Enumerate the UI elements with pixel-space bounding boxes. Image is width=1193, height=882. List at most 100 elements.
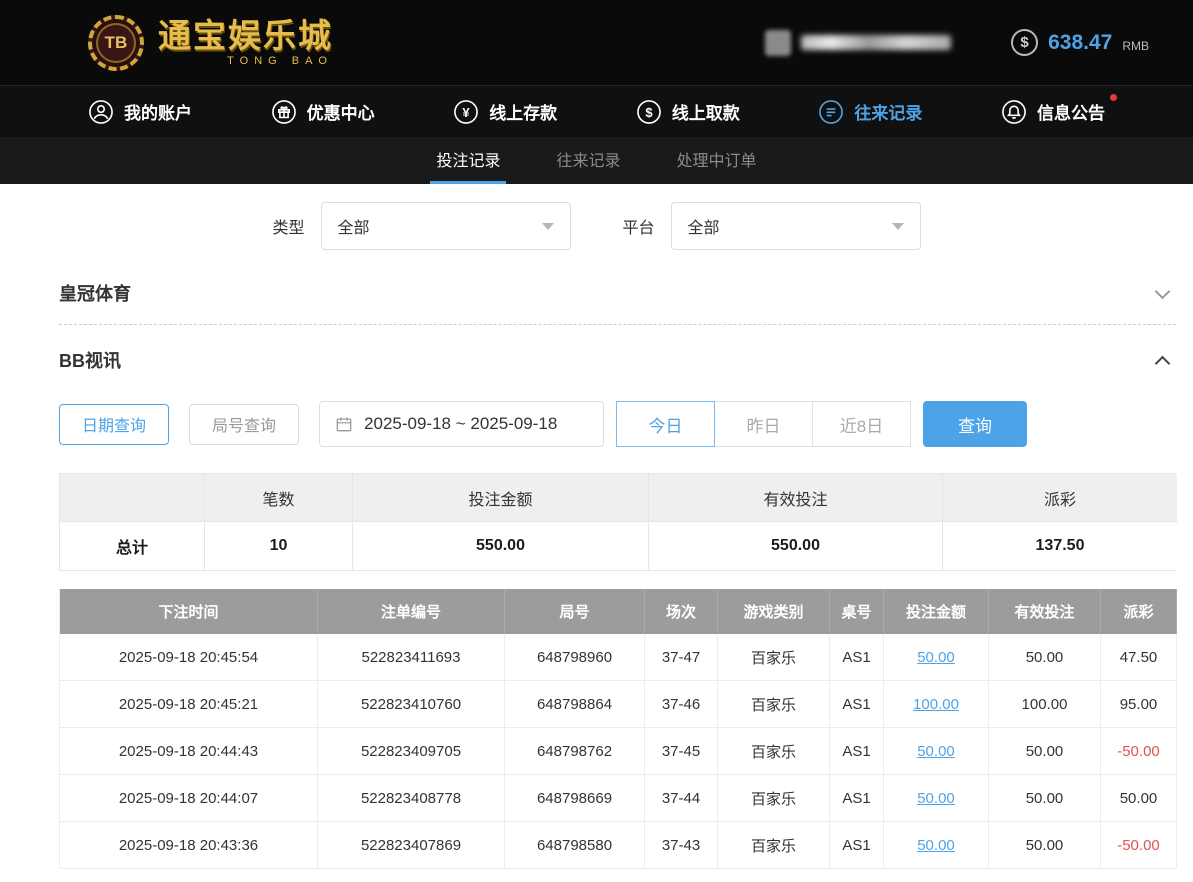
cell-time: 2025-09-18 20:43:36 [60,822,318,869]
top-header: TB 通宝娱乐城 TONG BAO $ 638.47 RMB [0,0,1193,85]
col-header-bet-amount: 投注金额 [884,589,989,634]
query-bar: 日期查询 局号查询 2025-09-18 ~ 2025-09-18 今日 昨日 … [59,401,1176,447]
site-logo[interactable]: TB 通宝娱乐城 TONG BAO [88,14,333,71]
summary-header-count: 笔数 [205,474,353,522]
cell-bet-id: 522823410760 [318,681,505,728]
cell-time: 2025-09-18 20:44:43 [60,728,318,775]
section-title: 皇冠体育 [59,284,131,304]
cell-valid-bet: 50.00 [989,728,1101,775]
calendar-icon [336,417,352,432]
tab-transaction-records[interactable]: 往来记录 [550,137,626,184]
cell-round: 648798762 [505,728,645,775]
nav-label: 线上取款 [671,104,740,123]
balance: $ 638.47 RMB [1011,29,1149,56]
nav-item-deposit[interactable]: ¥ 线上存款 [453,99,557,125]
cell-time: 2025-09-18 20:44:07 [60,775,318,822]
cell-valid-bet: 50.00 [989,822,1101,869]
cell-game-type: 百家乐 [718,775,830,822]
cell-game-type: 百家乐 [718,681,830,728]
logo-chip-icon: TB [88,14,144,71]
cell-session: 37-43 [645,822,718,869]
user-area: $ 638.47 RMB [765,29,1149,56]
user-icon [88,99,114,125]
date-range-input[interactable]: 2025-09-18 ~ 2025-09-18 [319,401,605,447]
cell-payout: 95.00 [1101,681,1177,728]
balance-amount: 638.47 [1048,31,1113,54]
cell-game-type: 百家乐 [718,728,830,775]
bet-amount-link[interactable]: 50.00 [884,822,989,869]
cell-time: 2025-09-18 20:45:54 [60,634,318,681]
date-query-button[interactable]: 日期查询 [59,403,170,445]
tab-bet-records[interactable]: 投注记录 [430,137,507,184]
type-select-value: 全部 [337,220,370,237]
quick-date-group: 今日 昨日 近8日 [616,401,912,447]
bet-amount-link[interactable]: 50.00 [884,634,989,681]
last-8-days-button[interactable]: 近8日 [812,401,912,447]
type-select[interactable]: 全部 [320,202,571,250]
cell-bet-id: 522823408778 [318,775,505,822]
cell-session: 37-47 [645,634,718,681]
cell-table-no: AS1 [830,728,884,775]
main-nav: 我的账户 优惠中心 ¥ 线上存款 $ 线上取款 往来记录 信息公告 [0,85,1193,137]
nav-item-promotions[interactable]: 优惠中心 [271,99,375,125]
cell-bet-id: 522823411693 [318,634,505,681]
yesterday-button[interactable]: 昨日 [714,401,814,447]
type-label: 类型 [272,220,305,237]
cell-session: 37-46 [645,681,718,728]
summary-header-bet-amount: 投注金额 [353,474,649,522]
avatar [765,29,792,56]
col-header-valid-bet: 有效投注 [989,589,1101,634]
cell-bet-id: 522823407869 [318,822,505,869]
nav-item-withdraw[interactable]: $ 线上取款 [636,99,740,125]
dashed-divider [59,324,1176,325]
summary-valid-bet: 550.00 [649,522,943,570]
cell-table-no: AS1 [830,775,884,822]
gift-icon [271,99,297,125]
bet-amount-link[interactable]: 100.00 [884,681,989,728]
svg-text:$: $ [645,104,653,119]
nav-item-my-account[interactable]: 我的账户 [88,99,192,125]
tab-pending-orders[interactable]: 处理中订单 [671,137,763,184]
cell-game-type: 百家乐 [718,634,830,681]
bet-amount-link[interactable]: 50.00 [884,728,989,775]
cell-round: 648798669 [505,775,645,822]
logo-chip-text: TB [104,32,128,52]
cell-table-no: AS1 [830,634,884,681]
cell-table-no: AS1 [830,822,884,869]
search-button[interactable]: 查询 [923,401,1028,447]
cell-payout: 47.50 [1101,634,1177,681]
platform-select[interactable]: 全部 [670,202,921,250]
logo-title: 通宝娱乐城 [158,16,333,54]
summary-table: 笔数 投注金额 有效投注 派彩 总计 10 550.00 550.00 137.… [59,473,1177,571]
round-query-button[interactable]: 局号查询 [189,403,300,445]
col-header-game-type: 游戏类别 [718,589,830,634]
col-header-time: 下注时间 [60,589,318,634]
chevron-down-icon [541,222,554,230]
platform-label: 平台 [622,220,655,237]
section-crown-sports[interactable]: 皇冠体育 [59,260,1176,320]
section-title: BB视讯 [59,351,121,371]
cell-payout: 50.00 [1101,775,1177,822]
today-button[interactable]: 今日 [616,401,716,447]
summary-bet-amount: 550.00 [353,522,649,570]
summary-payout: 137.50 [943,522,1177,570]
masked-username [765,29,952,56]
content-area: 皇冠体育 BB视讯 日期查询 局号查询 2025-09-18 ~ 2025-09… [59,260,1177,869]
nav-label: 往来记录 [854,104,923,123]
logo-text: 通宝娱乐城 TONG BAO [158,19,333,67]
cell-round: 648798580 [505,822,645,869]
nav-item-records[interactable]: 往来记录 [818,99,922,125]
cell-game-type: 百家乐 [718,822,830,869]
section-bb-video[interactable]: BB视讯 [59,327,1176,387]
bet-amount-link[interactable]: 50.00 [884,775,989,822]
record-subtabs: 投注记录 往来记录 处理中订单 [0,137,1193,184]
logo-subtitle: TONG BAO [227,54,333,67]
cell-payout: -50.00 [1101,822,1177,869]
nav-item-announcements[interactable]: 信息公告 [1001,93,1117,125]
col-header-session: 场次 [645,589,718,634]
chevron-up-icon [1154,355,1171,371]
nav-label: 信息公告 [1036,104,1105,123]
svg-text:¥: ¥ [463,104,471,119]
cell-payout: -50.00 [1101,728,1177,775]
summary-header-blank [60,474,205,522]
